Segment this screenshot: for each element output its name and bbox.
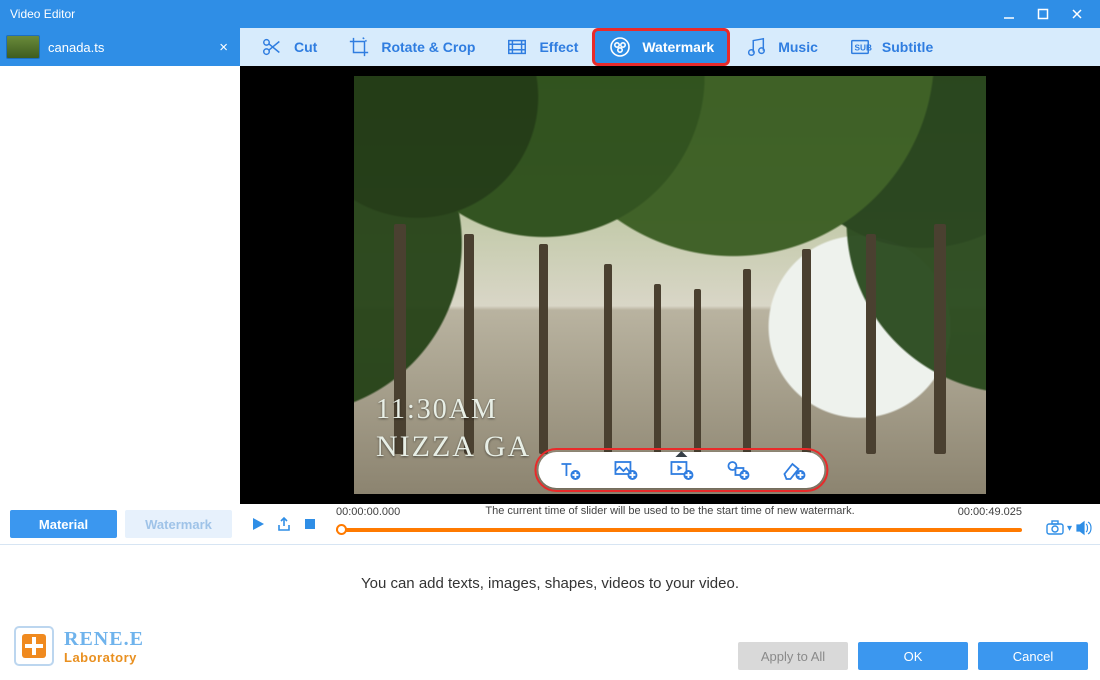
- brand-name: RENE.E: [64, 629, 144, 649]
- timeline-knob[interactable]: [336, 524, 347, 535]
- watermark-icon: [608, 35, 632, 59]
- add-shape-watermark-button[interactable]: [724, 458, 750, 482]
- minimize-button[interactable]: [992, 0, 1026, 28]
- add-video-watermark-button[interactable]: [668, 458, 694, 482]
- tool-music[interactable]: Music: [730, 30, 832, 64]
- volume-button[interactable]: [1074, 518, 1094, 538]
- preview-overlay-title: NIZZA GA: [376, 430, 531, 464]
- filmstrip-icon: [505, 35, 529, 59]
- tool-label: Music: [778, 39, 818, 55]
- timeline-track[interactable]: [336, 524, 1022, 534]
- tool-label: Subtitle: [882, 39, 933, 55]
- titlebar: Video Editor: [0, 0, 1100, 28]
- remove-watermark-button[interactable]: [780, 458, 806, 482]
- cancel-button[interactable]: Cancel: [978, 642, 1088, 670]
- tool-rotate-crop[interactable]: Rotate & Crop: [333, 30, 489, 64]
- tab-watermark[interactable]: Watermark: [125, 510, 232, 538]
- apply-to-all-button[interactable]: Apply to All: [738, 642, 848, 670]
- time-current: 00:00:00.000: [336, 506, 400, 518]
- bottom-panel: You can add texts, images, shapes, video…: [0, 544, 1100, 680]
- add-image-watermark-button[interactable]: [612, 458, 638, 482]
- tool-label: Watermark: [642, 39, 714, 55]
- play-button[interactable]: [248, 514, 268, 534]
- snapshot-button[interactable]: [1045, 518, 1065, 538]
- file-panel: canada.ts × Material Watermark: [0, 28, 240, 544]
- file-close-icon[interactable]: ×: [215, 39, 232, 56]
- dialog-buttons: Apply to All OK Cancel: [12, 642, 1088, 670]
- watermark-add-toolbar: [538, 452, 824, 488]
- close-window-button[interactable]: [1060, 0, 1094, 28]
- file-row[interactable]: canada.ts ×: [0, 28, 240, 66]
- file-thumbnail: [6, 35, 40, 59]
- app-title: Video Editor: [10, 7, 75, 21]
- brand-logo-icon: [14, 626, 54, 666]
- side-tabs: Material Watermark: [0, 510, 240, 544]
- brand-subtitle: Laboratory: [64, 651, 144, 664]
- export-frame-button[interactable]: [274, 514, 294, 534]
- timeline: The current time of slider will be used …: [240, 504, 1100, 544]
- tool-label: Rotate & Crop: [381, 39, 475, 55]
- main-toolbar: Cut Rotate & Crop Effect Watermark: [240, 28, 1100, 66]
- add-text-watermark-button[interactable]: [556, 458, 582, 482]
- tab-material[interactable]: Material: [10, 510, 117, 538]
- tool-effect[interactable]: Effect: [491, 30, 592, 64]
- subtitle-icon: SUB: [848, 35, 872, 59]
- maximize-button[interactable]: [1026, 0, 1060, 28]
- time-total: 00:00:49.025: [958, 506, 1022, 518]
- music-note-icon: [744, 35, 768, 59]
- preview-right-tools: ▾: [1045, 518, 1094, 538]
- help-message: You can add texts, images, shapes, video…: [12, 575, 1088, 592]
- file-name: canada.ts: [48, 40, 215, 55]
- tool-label: Cut: [294, 39, 317, 55]
- tool-label: Effect: [539, 39, 578, 55]
- svg-text:SUB: SUB: [854, 44, 871, 53]
- tool-watermark[interactable]: Watermark: [594, 30, 728, 64]
- stop-button[interactable]: [300, 514, 320, 534]
- video-preview[interactable]: 11:30AM NIZZA GA: [354, 76, 986, 494]
- preview-area: 11:30AM NIZZA GA: [240, 66, 1100, 504]
- tool-cut[interactable]: Cut: [246, 30, 331, 64]
- preview-overlay-time: 11:30AM: [376, 394, 498, 426]
- tool-subtitle[interactable]: SUB Subtitle: [834, 30, 947, 64]
- snapshot-dropdown-icon[interactable]: ▾: [1067, 523, 1072, 534]
- brand: RENE.E Laboratory: [14, 626, 144, 666]
- crop-icon: [347, 35, 371, 59]
- ok-button[interactable]: OK: [858, 642, 968, 670]
- file-list-empty: [0, 66, 240, 510]
- scissors-icon: [260, 35, 284, 59]
